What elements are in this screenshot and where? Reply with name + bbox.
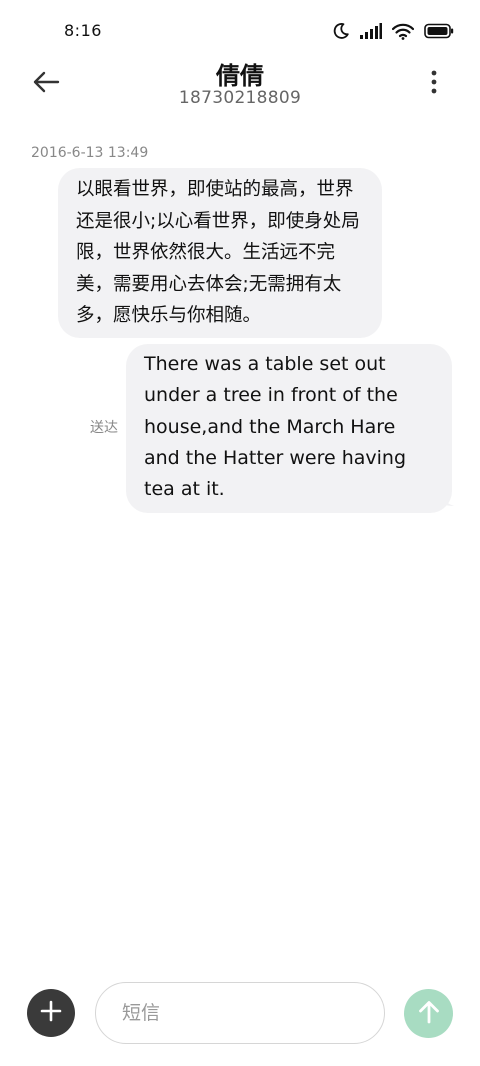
contact-name: 倩倩 [216,62,264,90]
send-button[interactable] [404,989,453,1038]
add-attachment-button[interactable] [27,989,75,1037]
plus-icon [40,1000,62,1026]
composer-bar [0,982,480,1044]
outgoing-message-bubble[interactable]: There was a table set out under a tree i… [126,344,452,514]
more-options-button[interactable] [416,66,452,102]
battery-icon [424,23,454,39]
incoming-message-bubble[interactable]: 以眼看世界，即使站的最高，世界还是很小;以心看世界，即使身处局限，世界依然很大。… [58,168,382,338]
conversation-header: 倩倩 18730218809 [0,50,480,120]
more-vertical-icon [430,70,438,98]
bubble-tail [440,494,454,506]
delivery-status: 送达 [90,420,118,436]
status-icons [332,20,454,42]
wifi-icon [392,23,414,40]
status-time: 8:16 [64,21,102,40]
moon-icon [332,22,350,40]
message-input[interactable] [95,982,385,1044]
signal-icon [360,23,382,39]
contact-number: 18730218809 [178,88,302,108]
arrow-up-icon [418,1000,440,1028]
message-timestamp: 2016-6-13 13:49 [31,145,149,161]
